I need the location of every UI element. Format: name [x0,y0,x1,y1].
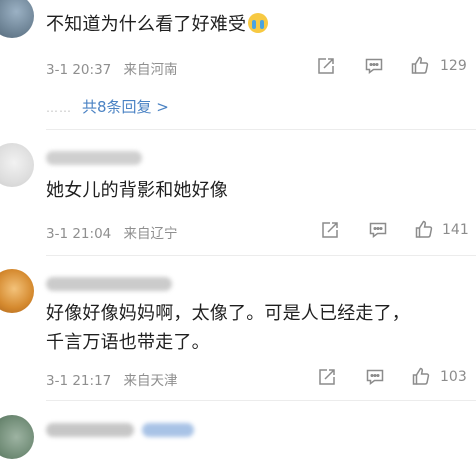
badge-blurred [142,423,194,437]
comment-item: 好像好像妈妈啊，太像了。可是人已经走了， 千言万语也带走了。 3-1 21:17… [0,257,476,407]
share-icon[interactable] [316,56,336,76]
comment-text: 她女儿的背影和她好像 [46,180,228,201]
comment-location: 来自辽宁 [123,226,178,242]
comment-icon[interactable] [364,56,384,76]
replies-count-label: 共8条回复 > [82,98,169,116]
comment-text: 好像好像妈妈啊，太像了。可是人已经走了， 千言万语也带走了。 [46,299,466,357]
share-icon[interactable] [320,220,340,240]
comment-item: 她女儿的背影和她好像 3-1 21:04 来自辽宁 141 [0,131,476,257]
comment-item: 不知道为什么看了好难受 3-1 20:37 来自河南 129 …… 共8条回复 > [0,0,476,130]
thumbs-up-icon[interactable] [410,55,430,75]
like-count: 141 [442,222,469,238]
comment-text-line: 千言万语也带走了。 [46,332,210,353]
comment-icon[interactable] [365,367,385,387]
username-blurred[interactable] [46,277,172,291]
comment-meta: 3-1 21:17 来自天津 [46,369,186,389]
avatar[interactable] [0,415,34,459]
comment-item [0,403,476,459]
view-replies-link[interactable]: …… 共8条回复 > [46,96,169,117]
divider [46,400,476,401]
like-count: 129 [440,58,467,74]
comment-location: 来自河南 [123,62,178,78]
comment-location: 来自天津 [123,373,178,389]
comment-date: 3-1 21:04 [46,226,112,242]
crying-face-emoji-icon [248,13,269,33]
username-blurred[interactable] [46,423,134,437]
comment-meta: 3-1 21:04 来自辽宁 [46,222,186,242]
avatar[interactable] [0,269,34,313]
comment-text: 不知道为什么看了好难受 [46,10,466,39]
thumbs-up-icon[interactable] [414,219,434,239]
comment-icon[interactable] [368,220,388,240]
share-icon[interactable] [317,367,337,387]
avatar[interactable] [0,0,34,38]
divider [46,129,476,130]
thumbs-up-icon[interactable] [411,366,431,386]
like-count: 103 [440,369,467,385]
divider [46,255,476,256]
comment-text-content: 不知道为什么看了好难受 [46,14,247,35]
comment-date: 3-1 21:17 [46,373,112,389]
comment-date: 3-1 20:37 [46,62,112,78]
reply-dots: …… [46,101,72,115]
comment-meta: 3-1 20:37 来自河南 [46,58,186,78]
username-blurred[interactable] [46,151,142,165]
avatar[interactable] [0,143,34,187]
comment-text-line: 好像好像妈妈啊，太像了。可是人已经走了， [46,303,410,324]
